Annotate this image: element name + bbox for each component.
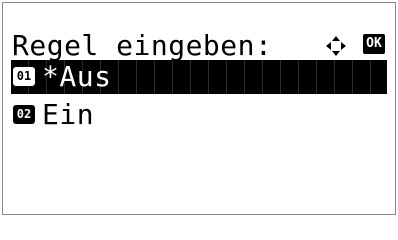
- item-label: Ein: [42, 98, 95, 131]
- page-title: Regel eingeben:: [12, 29, 273, 62]
- item-number-badge: 02: [13, 105, 35, 124]
- display-panel: Regel eingeben: OK 01 *Aus 02 Ein: [2, 2, 396, 215]
- item-number-badge: 01: [13, 67, 35, 86]
- ok-button[interactable]: OK: [363, 34, 385, 54]
- item-label: *Aus: [42, 60, 112, 93]
- four-way-arrow-icon: [325, 35, 347, 57]
- header: Regel eingeben: OK: [12, 29, 392, 63]
- option-list: 01 *Aus 02 Ein: [11, 60, 387, 136]
- list-item-aus[interactable]: 01 *Aus: [11, 60, 387, 94]
- list-item-ein[interactable]: 02 Ein: [11, 98, 387, 132]
